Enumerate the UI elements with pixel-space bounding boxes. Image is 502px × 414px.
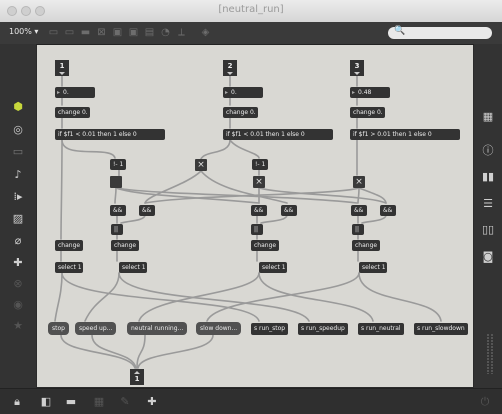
search-field[interactable]: 🔍 (388, 26, 492, 39)
camera-icon[interactable]: ◙ (481, 250, 495, 264)
change-object-c[interactable]: change (251, 240, 279, 251)
float-box-3[interactable]: 0.48 (350, 87, 390, 98)
toggle-icon[interactable]: ⊠ (96, 27, 107, 38)
neutral-running-message[interactable]: neutral running... (127, 322, 188, 335)
bottom-toolbar: 🔒︎ ◧ ▬ ▦ ✎ ✚ ⏻ (0, 388, 502, 414)
inlet-1[interactable]: 1 (55, 60, 69, 76)
paint-icon[interactable]: ✎ (118, 395, 132, 409)
and-object-6[interactable]: && (380, 205, 396, 216)
if-object-2[interactable]: if $f1 < 0.01 then 1 else 0 (223, 129, 333, 140)
grid-icon[interactable]: ▦ (481, 110, 495, 124)
select-object-d[interactable]: select 1 (359, 262, 387, 273)
wrench-icon[interactable]: ✚ (145, 395, 159, 409)
info-circle-icon[interactable]: ◉ (11, 298, 25, 312)
keyboard-icon[interactable]: ▭ (11, 145, 25, 159)
minus-object-1[interactable]: !- 1 (110, 159, 126, 170)
star-icon[interactable]: ★ (11, 319, 25, 333)
dial-icon[interactable]: ◔ (160, 27, 171, 38)
and-object-3[interactable]: && (251, 205, 267, 216)
pin-icon[interactable]: ⟂ (176, 27, 187, 38)
window-title: [neutral_run] (218, 4, 284, 15)
button-icon[interactable]: ▣ (112, 27, 123, 38)
minus-object-2[interactable]: !- 1 (252, 159, 268, 170)
image-icon[interactable]: ▨ (11, 212, 25, 226)
slow-down-message[interactable]: slow down... (196, 322, 242, 335)
cube-icon[interactable]: ⬢ (11, 100, 25, 114)
x-circle-icon[interactable]: ⊗ (11, 277, 25, 291)
select-object-b[interactable]: select 1 (119, 262, 147, 273)
toggle-2[interactable]: × (195, 159, 207, 171)
left-sidebar: ⬢ ◎ ▭ ♪ ⁞▸ ▨ ⌀ ✚ ⊗ ◉ ★ (0, 44, 36, 388)
list-icon[interactable]: ☰ (481, 197, 495, 211)
or-object-3[interactable]: || (352, 224, 364, 235)
change-object-2[interactable]: change 0. (223, 107, 258, 118)
change-object-1[interactable]: change 0. (55, 107, 90, 118)
slider-icon[interactable]: ▤ (144, 27, 155, 38)
toggle-3[interactable]: × (253, 176, 265, 188)
level-meter-left (487, 334, 489, 374)
new-message-icon[interactable]: ▭ (64, 27, 75, 38)
and-object-2[interactable]: && (139, 205, 155, 216)
select-object-c[interactable]: select 1 (259, 262, 287, 273)
paperclip-icon[interactable]: ⌀ (11, 234, 25, 248)
grid-toggle-icon[interactable]: ▦ (92, 395, 106, 409)
and-object-5[interactable]: && (351, 205, 367, 216)
inlet-3[interactable]: 3 (350, 60, 364, 76)
send-run-stop[interactable]: s run_stop (251, 323, 289, 335)
book-icon[interactable]: ▮▮ (481, 170, 495, 184)
select-object-a[interactable]: select 1 (55, 262, 83, 273)
right-sidebar: ▦ ⓘ ▮▮ ☰ ▯▯ ◙ (474, 44, 502, 388)
number-icon[interactable]: ▣ (128, 27, 139, 38)
level-meter-right (491, 334, 493, 374)
power-icon[interactable]: ⏻ (478, 395, 492, 409)
change-object-d[interactable]: change (352, 240, 380, 251)
search-icon: 🔍 (394, 26, 406, 36)
float-box-2[interactable]: 0. (223, 87, 263, 98)
columns-icon[interactable]: ▯▯ (481, 223, 495, 237)
outlet-1[interactable]: 1 (130, 369, 144, 385)
and-object-4[interactable]: && (281, 205, 297, 216)
send-run-slowdown[interactable]: s run_slowdown (414, 323, 468, 335)
or-object-1[interactable]: || (111, 224, 123, 235)
patcher-canvas[interactable]: 1 2 3 0. 0. 0.48 change 0. change 0. cha… (37, 45, 473, 387)
if-object-3[interactable]: if $f1 > 0.01 then 1 else 0 (350, 129, 460, 140)
step-icon[interactable]: ⁞▸ (11, 190, 25, 204)
if-object-1[interactable]: if $f1 < 0.01 then 1 else 0 (55, 129, 165, 140)
patcher-toolbar: 100% ▾ ▭ ▭ ▬ ⊠ ▣ ▣ ▤ ◔ ⟂ ◈ 🔍 (0, 22, 502, 45)
change-object-b[interactable]: change (111, 240, 139, 251)
send-run-neutral[interactable]: s run_neutral (358, 323, 404, 335)
send-run-speedup[interactable]: s run_speedup (298, 323, 348, 335)
and-object-1[interactable]: && (110, 205, 126, 216)
stop-message[interactable]: stop (48, 322, 69, 335)
change-object-a[interactable]: change (55, 240, 83, 251)
toggle-1[interactable] (110, 176, 122, 188)
puzzle-icon[interactable]: ✚ (11, 256, 25, 270)
toggle-4[interactable]: × (353, 176, 365, 188)
float-box-1[interactable]: 0. (55, 87, 95, 98)
comment-icon[interactable]: ▬ (80, 27, 91, 38)
shape-icon[interactable]: ◈ (200, 27, 211, 38)
layers-icon[interactable]: ◧ (39, 395, 53, 409)
new-object-icon[interactable]: ▭ (48, 27, 59, 38)
music-note-icon[interactable]: ♪ (11, 168, 25, 182)
change-object-3[interactable]: change 0. (350, 107, 385, 118)
speed-up-message[interactable]: speed up... (75, 322, 117, 335)
target-icon[interactable]: ◎ (11, 123, 25, 137)
zoom-menu[interactable]: 100% ▾ (9, 27, 38, 36)
info-icon[interactable]: ⓘ (481, 144, 495, 158)
presentation-icon[interactable]: ▬ (64, 395, 78, 409)
title-bar: [neutral_run] (0, 0, 502, 23)
or-object-2[interactable]: || (251, 224, 263, 235)
lock-icon[interactable]: 🔒︎ (10, 395, 24, 409)
inlet-2[interactable]: 2 (223, 60, 237, 76)
